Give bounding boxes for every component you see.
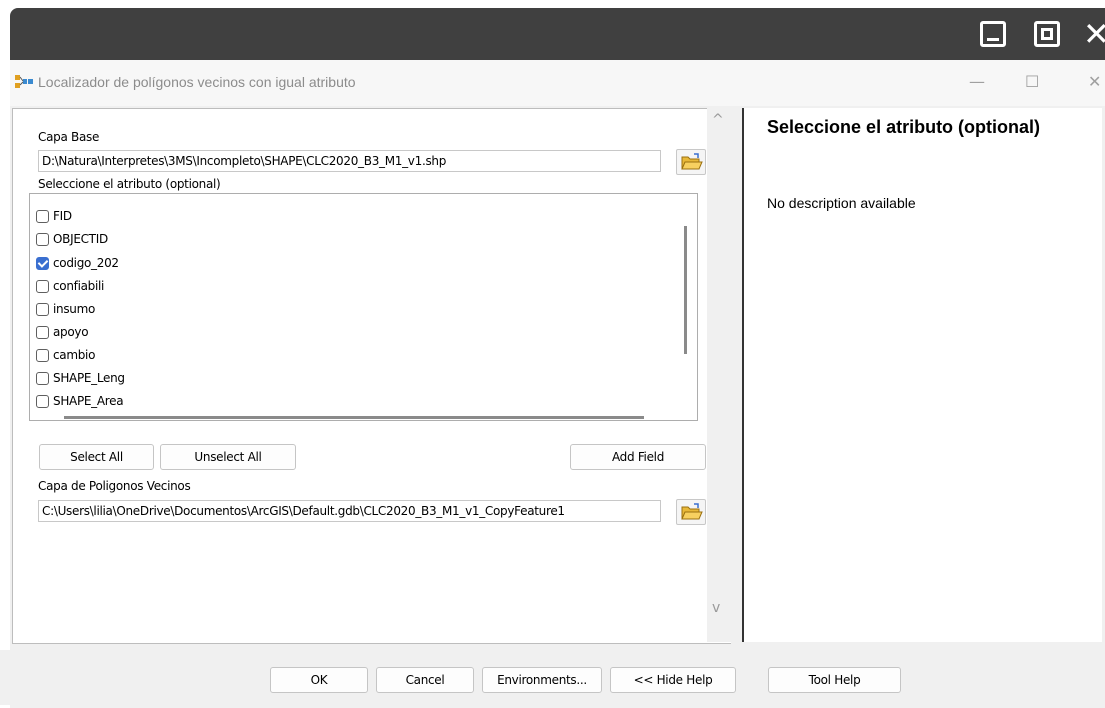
checkbox[interactable]: [36, 371, 49, 385]
dialog-title-bar: Localizador de polígonos vecinos con igu…: [10, 60, 1105, 106]
list-item[interactable]: SHAPE_Leng: [36, 367, 125, 389]
outer-close-button[interactable]: ✕: [1083, 18, 1105, 50]
parameters-scrollbar[interactable]: [707, 108, 732, 642]
vecinos-label: Capa de Poligonos Vecinos: [38, 479, 191, 493]
minimize-button[interactable]: —: [969, 72, 985, 91]
capa-base-label: Capa Base: [38, 130, 100, 144]
outer-maximize-button[interactable]: [1034, 21, 1060, 47]
help-description: No description available: [767, 195, 916, 211]
scroll-up-arrow-icon[interactable]: ^: [712, 112, 724, 128]
checkbox[interactable]: [36, 302, 49, 316]
vecinos-browse-button[interactable]: [676, 499, 706, 525]
dialog-title: Localizador de polígonos vecinos con igu…: [38, 74, 356, 90]
capa-base-input[interactable]: D:\Natura\Interpretes\3MS\Incompleto\SHA…: [38, 150, 661, 172]
open-folder-icon: [681, 153, 703, 170]
attribute-list[interactable]: [29, 193, 698, 421]
list-item[interactable]: SHAPE_Area: [36, 390, 124, 412]
select-all-button[interactable]: Select All: [39, 444, 154, 470]
maximize-button[interactable]: ☐: [1025, 72, 1039, 91]
open-folder-icon: [681, 503, 703, 520]
list-item[interactable]: FID: [36, 205, 72, 227]
cancel-button[interactable]: Cancel: [376, 667, 474, 693]
checkbox[interactable]: [36, 279, 49, 293]
tool-help-button[interactable]: Tool Help: [768, 667, 901, 693]
list-item[interactable]: OBJECTID: [36, 228, 108, 250]
hide-help-button[interactable]: << Hide Help: [610, 667, 736, 693]
capa-base-browse-button[interactable]: [676, 149, 706, 175]
model-tool-icon: [15, 75, 33, 88]
checkbox[interactable]: [36, 209, 49, 223]
atributo-label: Seleccione el atributo (optional): [38, 177, 221, 191]
help-pane: [742, 108, 1102, 642]
environments-button[interactable]: Environments...: [482, 667, 602, 693]
close-button[interactable]: ✕: [1088, 72, 1101, 91]
ok-button[interactable]: OK: [270, 667, 368, 693]
checkbox[interactable]: [36, 348, 49, 362]
list-item[interactable]: apoyo: [36, 321, 89, 343]
list-item[interactable]: insumo: [36, 298, 95, 320]
scroll-down-arrow-icon[interactable]: v: [712, 600, 720, 616]
checkbox[interactable]: [36, 232, 49, 246]
list-horizontal-scrollbar[interactable]: [64, 416, 644, 419]
outer-minimize-button[interactable]: [980, 21, 1006, 47]
checkbox-checked[interactable]: [36, 256, 49, 270]
unselect-all-button[interactable]: Unselect All: [160, 444, 296, 470]
list-vertical-scrollbar[interactable]: [684, 226, 687, 354]
list-item[interactable]: codigo_202: [36, 252, 119, 274]
add-field-button[interactable]: Add Field: [570, 444, 706, 470]
checkbox[interactable]: [36, 394, 49, 408]
help-title: Seleccione el atributo (optional): [767, 117, 1041, 137]
vecinos-output-input[interactable]: C:\Users\lilia\OneDrive\Documentos\ArcGI…: [38, 500, 661, 522]
list-item[interactable]: confiabili: [36, 275, 104, 297]
outer-title-bar: ✕: [10, 8, 1105, 68]
list-item[interactable]: cambio: [36, 344, 95, 366]
checkbox[interactable]: [36, 325, 49, 339]
